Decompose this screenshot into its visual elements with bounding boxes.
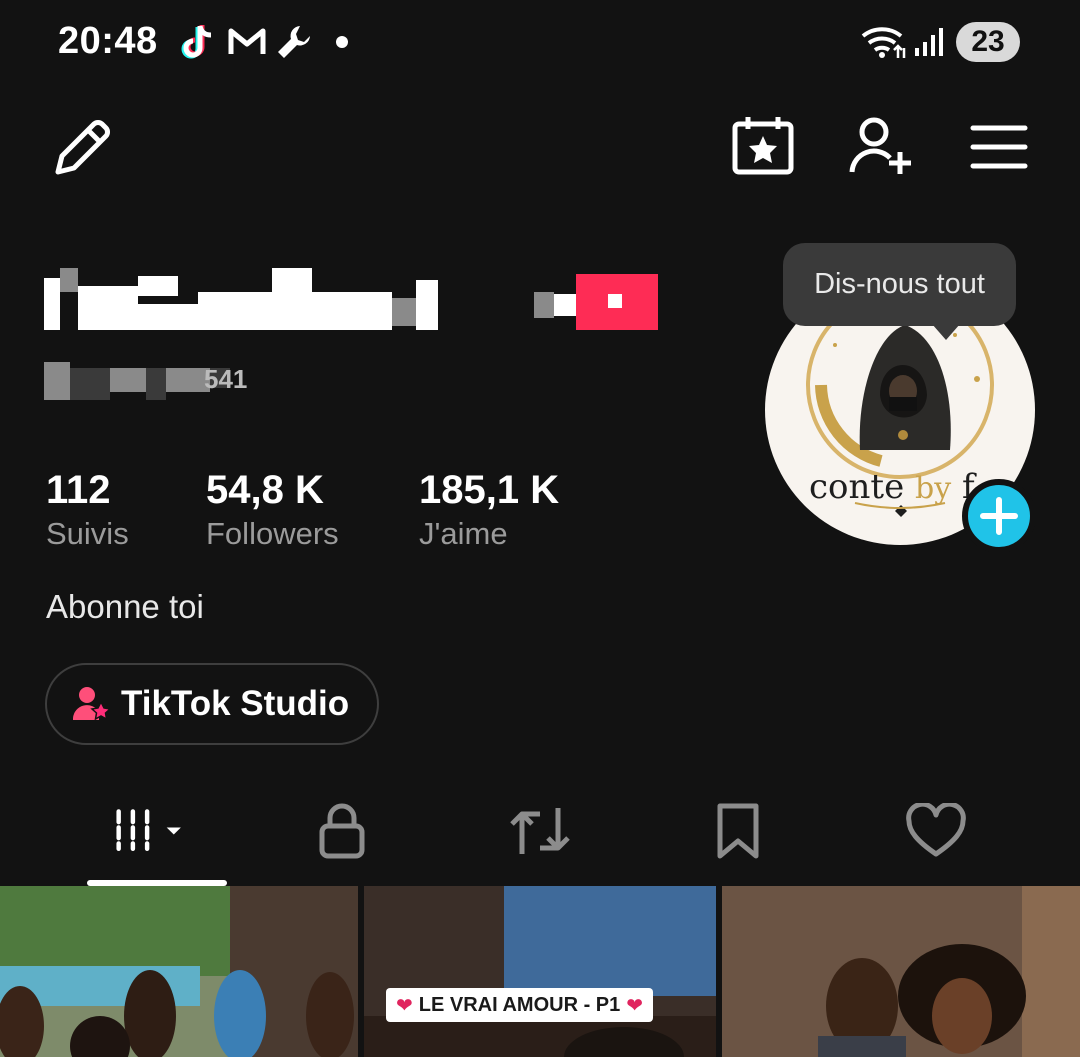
profile-bio: Abonne toi — [46, 588, 204, 625]
tab-reposts[interactable] — [500, 796, 580, 866]
grid-icon — [116, 809, 181, 851]
stat-following-label: Suivis — [46, 516, 129, 551]
status-bar: 20:48 23 — [0, 0, 1080, 84]
avatar-logo-text: conte by f — [809, 467, 975, 507]
stat-following[interactable]: 112 Suivis — [46, 468, 129, 552]
stat-followers-label: Followers — [206, 516, 339, 551]
add-friend-icon[interactable] — [848, 114, 916, 178]
stat-likes-value: 185,1 K — [419, 468, 560, 512]
video-thumbnail-image — [364, 886, 716, 1057]
bookmark-icon — [717, 803, 759, 859]
stat-followers-value: 54,8 K — [206, 468, 324, 512]
video-thumbnail[interactable] — [722, 886, 1080, 1057]
studio-icon — [73, 687, 111, 721]
video-thumbnail[interactable] — [0, 886, 358, 1057]
stat-following-value: 112 — [46, 468, 111, 512]
wrench-icon — [278, 26, 310, 58]
video-thumbnail[interactable]: ❤ LE VRAI AMOUR - P1 ❤ — [364, 886, 716, 1057]
tab-liked[interactable] — [896, 796, 976, 866]
signal-icon — [915, 28, 943, 56]
stat-followers[interactable]: 54,8 K Followers — [206, 468, 339, 552]
stat-likes[interactable]: 185,1 K J'aime — [419, 468, 559, 552]
tab-favorites[interactable] — [698, 796, 778, 866]
heart-emoji-icon: ❤ — [626, 994, 644, 1017]
plus-icon — [980, 497, 1018, 535]
profile-tooltip[interactable]: Dis-nous tout — [783, 243, 1016, 326]
menu-icon[interactable] — [970, 124, 1028, 170]
edit-pencil-icon[interactable] — [50, 116, 114, 180]
tiktok-studio-label: TikTok Studio — [121, 684, 350, 723]
notification-dot — [336, 36, 348, 48]
add-story-button[interactable] — [962, 479, 1036, 553]
gmail-icon — [228, 28, 266, 54]
lock-icon — [319, 803, 365, 859]
stat-likes-label: J'aime — [419, 516, 508, 551]
calendar-star-icon[interactable] — [730, 114, 796, 176]
video-caption: ❤ LE VRAI AMOUR - P1 ❤ — [386, 988, 654, 1022]
repost-icon — [510, 808, 570, 854]
heart-icon — [906, 803, 966, 857]
battery-indicator: 23 — [956, 22, 1020, 62]
profile-name-censored — [44, 268, 664, 338]
tab-videos[interactable] — [108, 796, 188, 866]
video-grid: ❤ LE VRAI AMOUR - P1 ❤ — [0, 886, 1080, 1057]
tooltip-arrow — [932, 324, 960, 340]
profile-name-visible: bara — [416, 272, 538, 337]
video-thumbnail-image — [0, 886, 358, 1057]
tab-private[interactable] — [302, 796, 382, 866]
video-thumbnail-image — [722, 886, 1080, 1057]
profile-handle-visible: 541 — [204, 364, 248, 394]
heart-emoji-icon: ❤ — [396, 994, 413, 1017]
tiktok-studio-button[interactable]: TikTok Studio — [45, 663, 379, 745]
status-time: 20:48 — [58, 20, 158, 62]
wifi-icon — [861, 27, 906, 58]
tiktok-icon — [181, 25, 212, 59]
